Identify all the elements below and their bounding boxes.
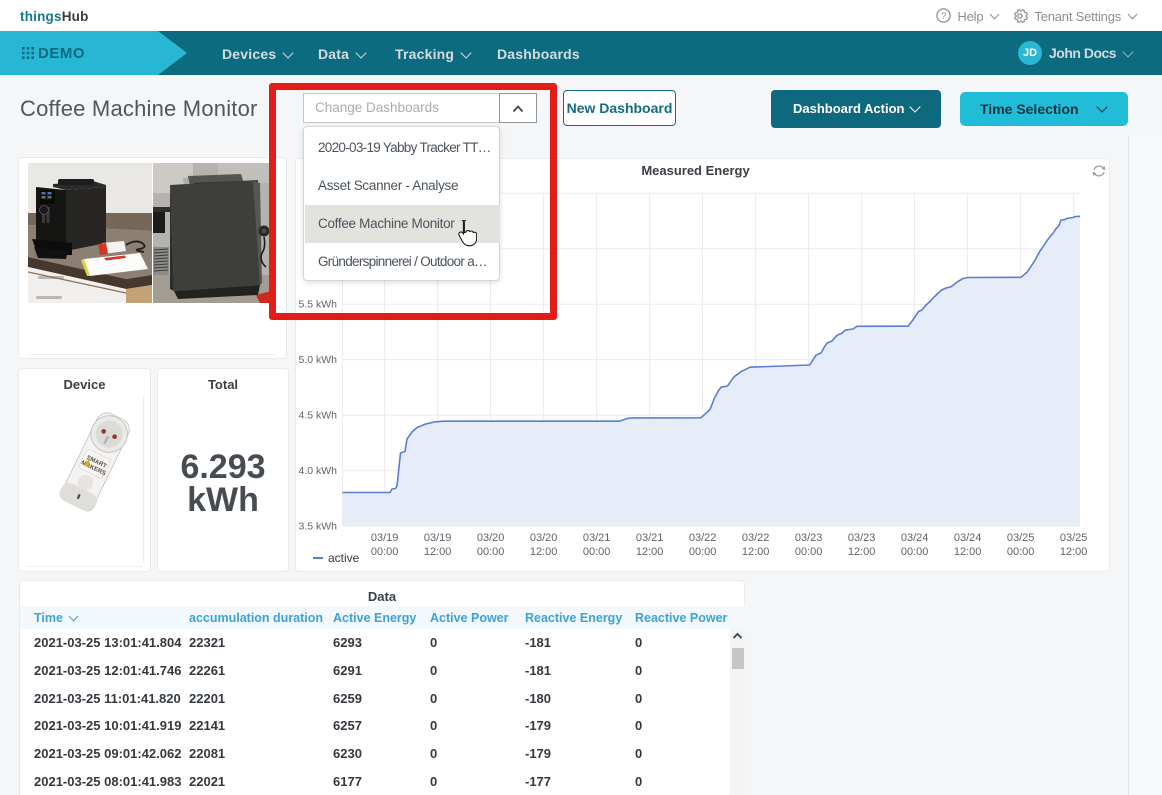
svg-text:03/23: 03/23 bbox=[848, 532, 876, 544]
svg-text:03/23: 03/23 bbox=[795, 532, 823, 544]
svg-text:03/20: 03/20 bbox=[530, 532, 558, 544]
svg-text:03/25: 03/25 bbox=[1060, 532, 1088, 544]
svg-text:03/19: 03/19 bbox=[424, 532, 452, 544]
svg-text:00:00: 00:00 bbox=[371, 546, 399, 558]
svg-text:03/21: 03/21 bbox=[636, 532, 664, 544]
svg-text:03/22: 03/22 bbox=[742, 532, 770, 544]
svg-text:03/24: 03/24 bbox=[954, 532, 982, 544]
svg-text:00:00: 00:00 bbox=[1007, 546, 1035, 558]
svg-text:12:00: 12:00 bbox=[742, 546, 770, 558]
svg-text:03/19: 03/19 bbox=[371, 532, 399, 544]
svg-text:3.5 kWh: 3.5 kWh bbox=[298, 521, 337, 533]
svg-text:00:00: 00:00 bbox=[477, 546, 505, 558]
svg-text:00:00: 00:00 bbox=[795, 546, 823, 558]
svg-text:03/25: 03/25 bbox=[1007, 532, 1035, 544]
svg-text:active: active bbox=[328, 551, 360, 565]
svg-text:00:00: 00:00 bbox=[901, 546, 929, 558]
svg-text:00:00: 00:00 bbox=[583, 546, 611, 558]
svg-text:03/21: 03/21 bbox=[583, 532, 611, 544]
svg-text:5.0 kWh: 5.0 kWh bbox=[298, 354, 337, 366]
svg-text:12:00: 12:00 bbox=[848, 546, 876, 558]
svg-text:03/22: 03/22 bbox=[689, 532, 717, 544]
svg-text:12:00: 12:00 bbox=[530, 546, 558, 558]
svg-text:12:00: 12:00 bbox=[636, 546, 664, 558]
svg-text:03/24: 03/24 bbox=[901, 532, 929, 544]
svg-text:12:00: 12:00 bbox=[424, 546, 452, 558]
svg-text:12:00: 12:00 bbox=[954, 546, 982, 558]
svg-text:4.5 kWh: 4.5 kWh bbox=[298, 410, 337, 422]
svg-text:4.0 kWh: 4.0 kWh bbox=[298, 465, 337, 477]
svg-text:12:00: 12:00 bbox=[1060, 546, 1088, 558]
svg-text:03/20: 03/20 bbox=[477, 532, 505, 544]
svg-text:00:00: 00:00 bbox=[689, 546, 717, 558]
svg-text:?: ? bbox=[941, 11, 946, 22]
